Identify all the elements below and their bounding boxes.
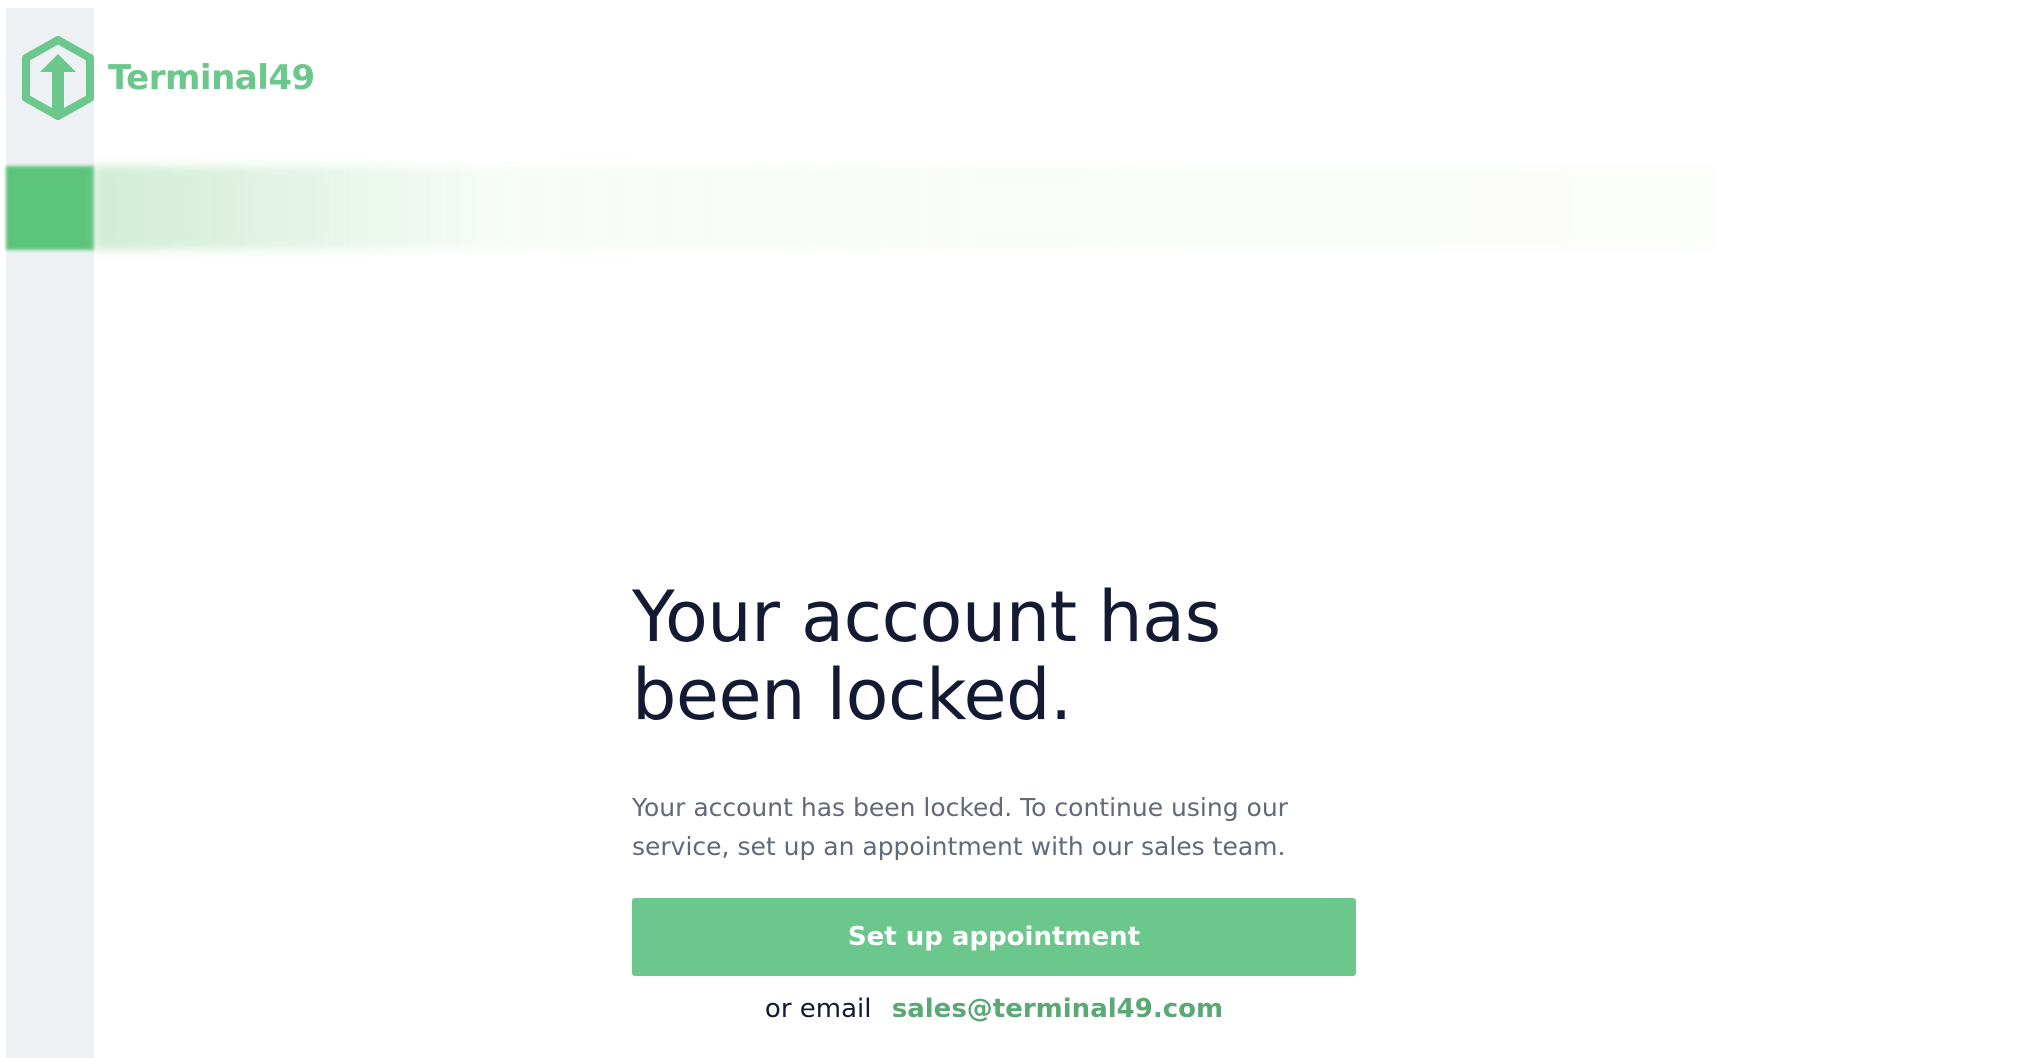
page-title-line-1: Your account has <box>632 576 1221 658</box>
terminal49-logo-icon <box>22 36 94 120</box>
locked-message-panel: Your account has been locked. Your accou… <box>632 578 1356 1024</box>
page: Terminal49 Your account has been locked.… <box>0 0 2024 1058</box>
brand[interactable]: Terminal49 <box>20 36 315 120</box>
email-contact-line: or email sales@terminal49.com <box>632 994 1356 1024</box>
page-title: Your account has been locked. <box>632 578 1356 734</box>
page-title-line-2: been locked. <box>632 654 1072 736</box>
nav-placeholder-bar <box>94 166 1714 250</box>
locked-description: Your account has been locked. To continu… <box>632 793 1288 861</box>
email-prefix: or email <box>764 994 872 1024</box>
sidebar-active-indicator <box>6 166 94 250</box>
sales-email-link[interactable]: sales@terminal49.com <box>892 994 1223 1024</box>
set-up-appointment-button[interactable]: Set up appointment <box>632 898 1356 976</box>
brand-name: Terminal49 <box>108 58 315 98</box>
